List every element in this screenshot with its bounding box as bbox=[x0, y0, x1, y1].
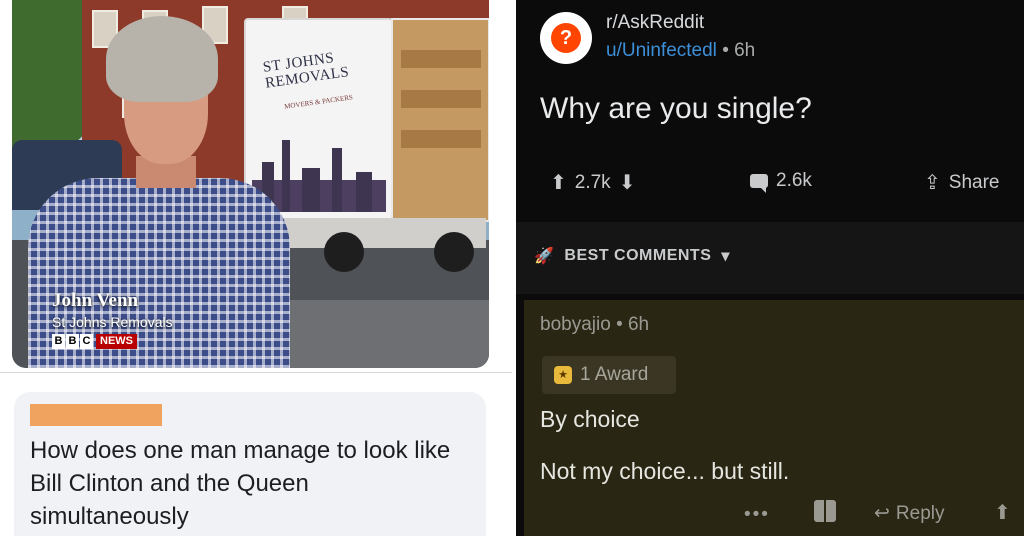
comments-button[interactable]: 2.6k bbox=[750, 170, 812, 193]
skyline-tower bbox=[332, 148, 342, 212]
share-button[interactable]: ⇪ Share bbox=[924, 170, 999, 195]
comment-meta: bobyajio • 6h bbox=[540, 314, 649, 336]
sort-label: BEST COMMENTS bbox=[564, 247, 712, 264]
truck-logo-subtitle: MOVERS & PACKERS bbox=[283, 93, 354, 111]
comment-body-line-2: Not my choice... but still. bbox=[540, 458, 790, 484]
award-icon: ★ bbox=[554, 366, 572, 384]
facebook-post-panel: ST JOHNS REMOVALS MOVERS & PACKERS John … bbox=[0, 0, 512, 536]
more-options-icon[interactable]: ••• bbox=[744, 504, 770, 526]
chevron-down-icon: ▾ bbox=[721, 248, 730, 265]
subreddit-name[interactable]: r/AskReddit bbox=[606, 12, 704, 34]
gift-icon[interactable] bbox=[814, 500, 836, 522]
upvote-icon[interactable]: ⬆ bbox=[550, 170, 567, 195]
comment-count: 2.6k bbox=[776, 170, 812, 191]
post-action-bar: ⬆ 2.7k ⬇ 2.6k ⇪ Share bbox=[540, 170, 1024, 206]
news-label: NEWS bbox=[96, 334, 137, 349]
comment-author[interactable]: bobyajio bbox=[540, 314, 611, 335]
skyline-tower bbox=[302, 168, 320, 212]
vote-count: 2.7k bbox=[574, 171, 611, 193]
comment-body-line-1: By choice bbox=[540, 406, 640, 432]
comment-sort-dropdown[interactable]: 🚀 BEST COMMENTS ▾ bbox=[534, 246, 730, 266]
truck-cargo-area bbox=[391, 18, 489, 222]
bbc-block: B bbox=[52, 334, 65, 349]
comment-age: • 6h bbox=[616, 314, 650, 335]
award-badge[interactable]: ★ 1 Award bbox=[542, 356, 676, 394]
cargo-box bbox=[401, 130, 481, 148]
bbc-block: B bbox=[66, 334, 79, 349]
bbc-news-logo: B B C NEWS bbox=[52, 334, 173, 349]
top-comment: bobyajio • 6h ★ 1 Award By choice Not my… bbox=[524, 300, 1024, 536]
comment-icon bbox=[750, 174, 768, 193]
cargo-box bbox=[401, 50, 481, 68]
redacted-commenter-name bbox=[30, 404, 162, 426]
award-label: 1 Award bbox=[580, 364, 649, 385]
post-meta: u/Uninfectedl • 6h bbox=[606, 40, 755, 62]
rocket-icon: 🚀 bbox=[534, 248, 555, 265]
comment-text: How does one man manage to look like Bil… bbox=[30, 437, 451, 530]
vote-control: ⬆ 2.7k ⬇ bbox=[550, 170, 635, 195]
truck-wheel bbox=[434, 232, 474, 272]
interviewee-organization: St Johns Removals bbox=[52, 314, 173, 330]
skyline-tower bbox=[356, 172, 372, 212]
comment-action-bar: ••• ↩ Reply ⬆ bbox=[524, 498, 1024, 532]
share-label: Share bbox=[948, 171, 1000, 193]
comment-bubble: How does one man manage to look like Bil… bbox=[14, 392, 486, 536]
pavement bbox=[282, 300, 489, 368]
subreddit-avatar[interactable]: ? bbox=[540, 12, 592, 64]
share-icon: ⇪ bbox=[924, 172, 941, 194]
post-author[interactable]: u/Uninfectedl bbox=[606, 40, 717, 61]
interviewee-name: John Venn bbox=[52, 290, 139, 311]
reddit-post-panel: ? r/AskReddit u/Uninfectedl • 6h Why are… bbox=[516, 0, 1024, 536]
reply-arrow-icon: ↩ bbox=[874, 503, 890, 524]
question-mark-icon: ? bbox=[551, 23, 581, 53]
grey-hair bbox=[106, 16, 218, 102]
comment-upvote-icon[interactable]: ⬆ bbox=[994, 500, 1011, 525]
reply-button[interactable]: ↩ Reply bbox=[874, 502, 945, 525]
bbc-block: C bbox=[80, 334, 93, 349]
post-age: • 6h bbox=[722, 40, 756, 61]
post-title[interactable]: Why are you single? bbox=[540, 92, 812, 126]
divider bbox=[0, 372, 512, 373]
news-lower-third: John Venn St Johns Removals B B C NEWS bbox=[52, 290, 173, 349]
downvote-icon[interactable]: ⬇ bbox=[619, 170, 636, 195]
truck-wheel bbox=[324, 232, 364, 272]
news-screenshot-image: ST JOHNS REMOVALS MOVERS & PACKERS John … bbox=[12, 0, 489, 368]
cargo-box bbox=[401, 90, 481, 108]
reply-label: Reply bbox=[895, 502, 945, 524]
